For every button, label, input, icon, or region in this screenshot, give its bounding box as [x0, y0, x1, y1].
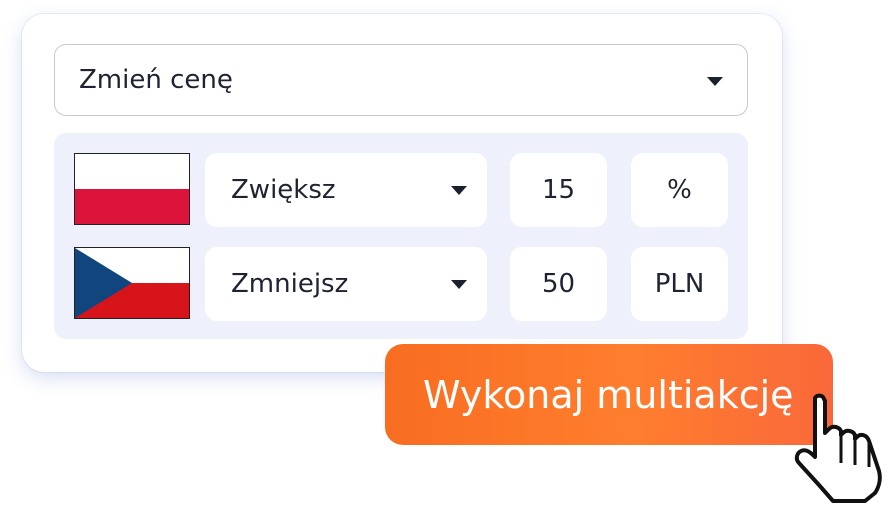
direction-select[interactable]: Zwiększ: [205, 153, 487, 227]
unit-value: PLN: [654, 269, 705, 299]
direction-value: Zwiększ: [231, 175, 336, 205]
chevron-down-icon: [707, 77, 723, 86]
chevron-down-icon: [451, 186, 467, 195]
unit-select[interactable]: %: [631, 153, 728, 227]
hand-pointer-icon: [794, 393, 882, 503]
unit-value: %: [667, 175, 692, 205]
action-type-select[interactable]: Zmień cenę: [54, 44, 748, 116]
execute-multiaction-button[interactable]: Wykonaj multiakcję: [385, 344, 833, 445]
chevron-down-icon: [451, 280, 467, 289]
country-rule-row: Zmniejsz 50 PLN: [54, 247, 748, 321]
direction-value: Zmniejsz: [231, 269, 349, 299]
amount-input[interactable]: 50: [510, 247, 607, 321]
country-rule-row: Zwiększ 15 %: [54, 153, 748, 227]
amount-value: 50: [541, 269, 576, 299]
action-type-value: Zmień cenę: [79, 65, 233, 95]
country-rules-panel: Zwiększ 15 % Zmniejsz 50 PLN: [54, 133, 748, 339]
poland-flag-icon: [74, 153, 190, 225]
amount-value: 15: [541, 175, 576, 205]
unit-select[interactable]: PLN: [631, 247, 728, 321]
amount-input[interactable]: 15: [510, 153, 607, 227]
direction-select[interactable]: Zmniejsz: [205, 247, 487, 321]
czech-flag-icon: [74, 247, 190, 319]
